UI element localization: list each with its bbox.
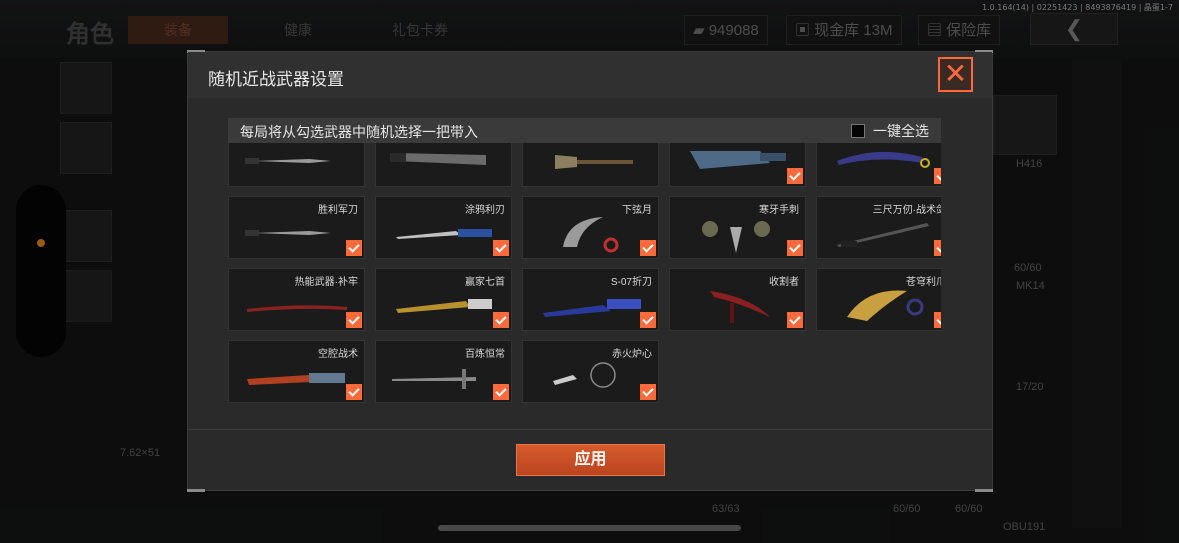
weapon-name: 赤火炉心 — [612, 349, 652, 360]
close-button[interactable]: ✕ — [938, 57, 973, 92]
knife-icon — [245, 158, 331, 164]
checkmark-icon[interactable] — [934, 240, 941, 256]
checkmark-icon[interactable] — [934, 312, 941, 328]
weapon-card[interactable]: 赤火炉心 — [522, 340, 659, 403]
curved-icon — [837, 151, 930, 168]
checkmark-icon[interactable] — [346, 240, 362, 256]
checkmark-icon[interactable] — [493, 312, 509, 328]
checkmark-icon[interactable] — [787, 168, 803, 184]
weapon-name: S-07折刀 — [610, 277, 652, 288]
weapon-name: 恐袭弯刀 — [906, 143, 941, 144]
weapon-name: M9军刀 — [324, 143, 358, 144]
weapon-card[interactable]: 热能武器·补牢 — [228, 268, 365, 331]
weapon-card[interactable]: 苍穹利爪 — [816, 268, 941, 331]
corner-decoration — [187, 489, 205, 492]
select-all-toggle[interactable]: 一键全选 — [851, 122, 929, 139]
weapon-name: 寒牙手刺 — [759, 205, 799, 216]
weapon-card[interactable]: 下弦月 — [522, 196, 659, 259]
talon-icon — [847, 290, 924, 321]
checkmark-icon[interactable] — [787, 240, 803, 256]
karambit-icon — [563, 217, 619, 253]
weapon-card[interactable]: 赢家七首 — [375, 268, 512, 331]
survival-icon — [690, 151, 786, 169]
checkmark-icon[interactable] — [493, 240, 509, 256]
checkmark-icon[interactable] — [346, 384, 362, 400]
weapon-name: 百炼恒常 — [465, 349, 505, 360]
weapon-card[interactable]: 胜利军刀 — [228, 196, 365, 259]
select-all-label: 一键全选 — [873, 122, 929, 139]
machete-icon — [390, 153, 486, 165]
corner-decoration — [975, 489, 993, 492]
weapon-card[interactable]: 涂鸦利刃 — [375, 196, 512, 259]
footer-divider — [188, 429, 992, 430]
weapon-card[interactable]: 百炼恒常 — [375, 340, 512, 403]
weapon-name: 胜利军刀 — [318, 205, 358, 216]
scythe-icon — [710, 291, 770, 323]
weapon-card[interactable]: 空腔战术 — [228, 340, 365, 403]
checkmark-icon[interactable] — [493, 384, 509, 400]
weapon-grid: M9军刀 柴刀·开山刀 工兵铲 暗狼生存刀 恐袭弯刀胜利军刀 涂鸦利刃 下弦月 寒牙手刺 三尺万… — [228, 143, 941, 403]
weapon-name: 热能武器·补牢 — [294, 277, 358, 288]
dialog-header: 随机近战武器设置 ✕ — [188, 52, 992, 98]
folding-icon — [543, 299, 641, 317]
claw-icon — [702, 221, 770, 253]
weapon-card[interactable]: 柴刀·开山刀 — [375, 143, 512, 187]
info-text: 每局将从勾选武器中随机选择一把带入 — [240, 124, 478, 140]
weapon-card[interactable]: 工兵铲 — [522, 143, 659, 187]
tactical-icon — [247, 373, 345, 385]
longsword-icon — [392, 369, 476, 389]
weapon-card[interactable]: 寒牙手刺 — [669, 196, 806, 259]
checkmark-icon[interactable] — [640, 312, 656, 328]
kunai-icon — [553, 362, 616, 388]
weapon-card[interactable]: S-07折刀 — [522, 268, 659, 331]
dialog-title: 随机近战武器设置 — [208, 70, 344, 89]
katana-icon — [247, 305, 347, 312]
weapon-name: 下弦月 — [622, 205, 652, 216]
weapon-card[interactable]: M9军刀 — [228, 143, 365, 187]
weapon-name: 苍穹利爪 — [906, 277, 941, 288]
weapon-card[interactable]: 暗狼生存刀 — [669, 143, 806, 187]
weapon-name: 涂鸦利刃 — [465, 205, 505, 216]
weapon-name: 三尺万仞·战术剑 — [872, 205, 941, 216]
weapon-card[interactable]: 收割者 — [669, 268, 806, 331]
knife-icon — [245, 230, 331, 236]
sword-icon — [837, 223, 929, 247]
close-icon: ✕ — [943, 57, 968, 90]
weapon-name: 空腔战术 — [318, 349, 358, 360]
select-all-checkbox[interactable] — [851, 123, 865, 138]
weapon-list[interactable]: M9军刀 柴刀·开山刀 工兵铲 暗狼生存刀 恐袭弯刀胜利军刀 涂鸦利刃 下弦月 寒牙手刺 三尺万… — [228, 143, 941, 408]
blade-icon — [396, 229, 492, 239]
weapon-name: 工兵铲 — [622, 143, 652, 144]
info-bar: 每局将从勾选武器中随机选择一把带入 一键全选 — [228, 118, 941, 143]
checkmark-icon[interactable] — [934, 168, 941, 184]
weapon-name: 柴刀·开山刀 — [452, 143, 505, 144]
weapon-name: 暗狼生存刀 — [749, 143, 799, 144]
weapon-name: 收割者 — [769, 277, 799, 288]
random-melee-settings-dialog: 随机近战武器设置 ✕ 每局将从勾选武器中随机选择一把带入 一键全选 M9军刀 柴刀… — [187, 50, 993, 492]
weapon-name: 赢家七首 — [465, 277, 505, 288]
checkmark-icon[interactable] — [640, 384, 656, 400]
checkmark-icon[interactable] — [346, 312, 362, 328]
shovel-icon — [555, 155, 633, 169]
checkmark-icon[interactable] — [640, 240, 656, 256]
dagger-icon — [396, 299, 492, 313]
apply-button[interactable]: 应用 — [516, 444, 665, 476]
weapon-card[interactable]: 恐袭弯刀 — [816, 143, 941, 187]
weapon-card[interactable]: 三尺万仞·战术剑 — [816, 196, 941, 259]
dialog-content: 每局将从勾选武器中随机选择一把带入 一键全选 M9军刀 柴刀·开山刀 工兵铲 暗狼生存… — [228, 118, 941, 408]
checkmark-icon[interactable] — [787, 312, 803, 328]
